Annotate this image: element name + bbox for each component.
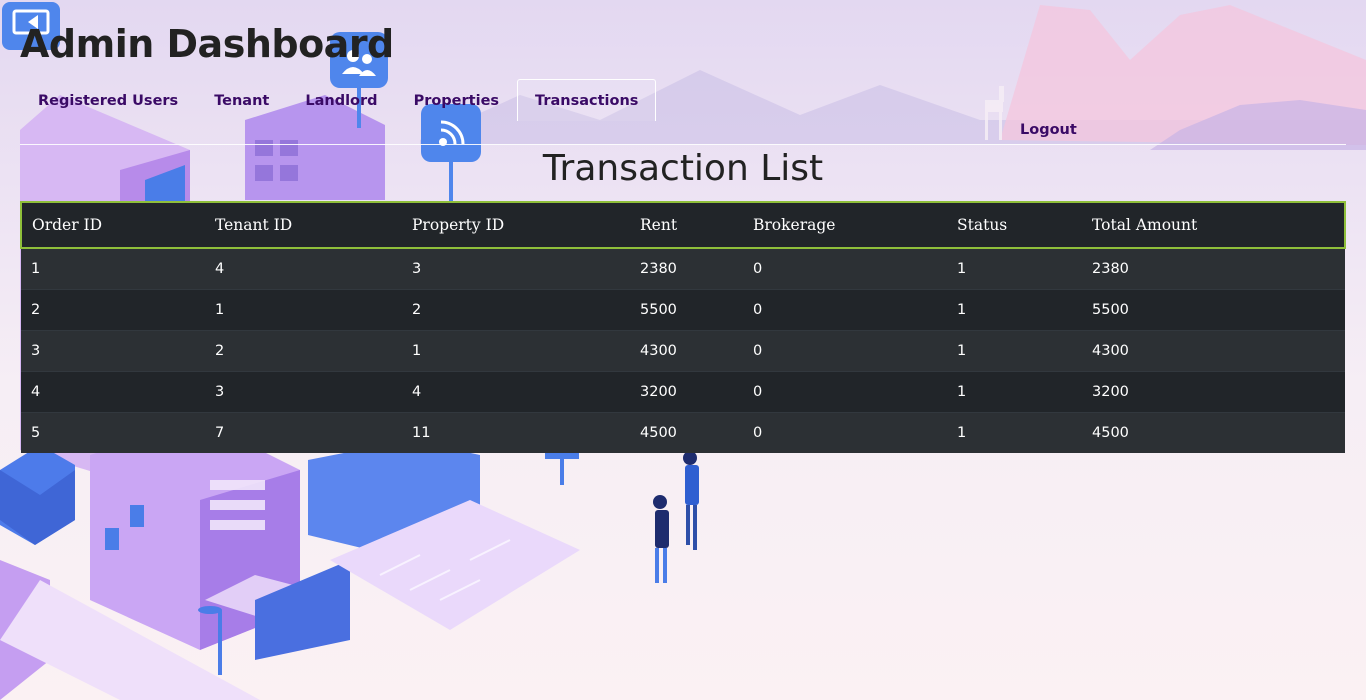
table-cell: 2380 [630, 247, 743, 290]
nav-item-registered-users[interactable]: Registered Users [20, 79, 196, 121]
table-cell: 0 [743, 412, 947, 453]
table-cell: 3200 [630, 371, 743, 413]
table-cell: 5 [21, 412, 205, 453]
nav-item-properties[interactable]: Properties [396, 79, 517, 121]
nav-item-landlord[interactable]: Landlord [287, 79, 395, 121]
table-cell: 1 [947, 289, 1082, 331]
nav-divider [20, 144, 1346, 145]
column-header: Brokerage [743, 201, 947, 249]
table-cell: 3 [402, 247, 630, 290]
table-cell: 1 [947, 330, 1082, 372]
table-cell: 0 [743, 289, 947, 331]
column-header: Status [947, 201, 1082, 249]
table-row: 3 2 1 4300 0 1 4300 [21, 330, 1345, 372]
table-cell: 4 [21, 371, 205, 413]
column-header: Tenant ID [205, 201, 402, 249]
table-cell: 4300 [1082, 330, 1345, 372]
transaction-table: Order ID Tenant ID Property ID Rent Brok… [20, 201, 1346, 453]
table-row: 4 3 4 3200 0 1 3200 [21, 371, 1345, 413]
table-row: 1 4 3 2380 0 1 2380 [21, 247, 1345, 290]
table-cell: 4500 [630, 412, 743, 453]
table-cell: 4500 [1082, 412, 1345, 453]
table-cell: 4300 [630, 330, 743, 372]
page-title: Admin Dashboard [20, 22, 394, 66]
table-cell: 4 [402, 371, 630, 413]
table-cell: 3 [205, 371, 402, 413]
column-header: Property ID [402, 201, 630, 249]
table-cell: 3200 [1082, 371, 1345, 413]
table-cell: 0 [743, 371, 947, 413]
nav-item-transactions[interactable]: Transactions [517, 79, 657, 121]
table-cell: 1 [947, 247, 1082, 290]
column-header: Rent [630, 201, 743, 249]
table-cell: 2 [205, 330, 402, 372]
table-cell: 1 [947, 412, 1082, 453]
table-cell: 1 [205, 289, 402, 331]
table-cell: 0 [743, 247, 947, 290]
main-nav: Registered Users Tenant Landlord Propert… [20, 79, 657, 121]
table-header-row: Order ID Tenant ID Property ID Rent Brok… [20, 201, 1346, 249]
logout-link[interactable]: Logout [1020, 122, 1077, 138]
table-cell: 1 [21, 247, 205, 290]
table-cell: 2380 [1082, 247, 1345, 290]
column-header: Order ID [20, 201, 205, 249]
table-cell: 2 [402, 289, 630, 331]
column-header: Total Amount [1082, 201, 1346, 249]
table-cell: 1 [402, 330, 630, 372]
table-cell: 0 [743, 330, 947, 372]
table-cell: 5500 [630, 289, 743, 331]
table-cell: 11 [402, 412, 630, 453]
table-cell: 7 [205, 412, 402, 453]
nav-item-tenant[interactable]: Tenant [196, 79, 287, 121]
table-cell: 5500 [1082, 289, 1345, 331]
table-cell: 4 [205, 247, 402, 290]
section-title: Transaction List [542, 148, 824, 189]
table-cell: 1 [947, 371, 1082, 413]
transaction-table-container: Order ID Tenant ID Property ID Rent Brok… [20, 201, 1346, 453]
table-cell: 2 [21, 289, 205, 331]
table-row: 2 1 2 5500 0 1 5500 [21, 289, 1345, 331]
table-row: 5 7 11 4500 0 1 4500 [21, 412, 1345, 453]
table-cell: 3 [21, 330, 205, 372]
